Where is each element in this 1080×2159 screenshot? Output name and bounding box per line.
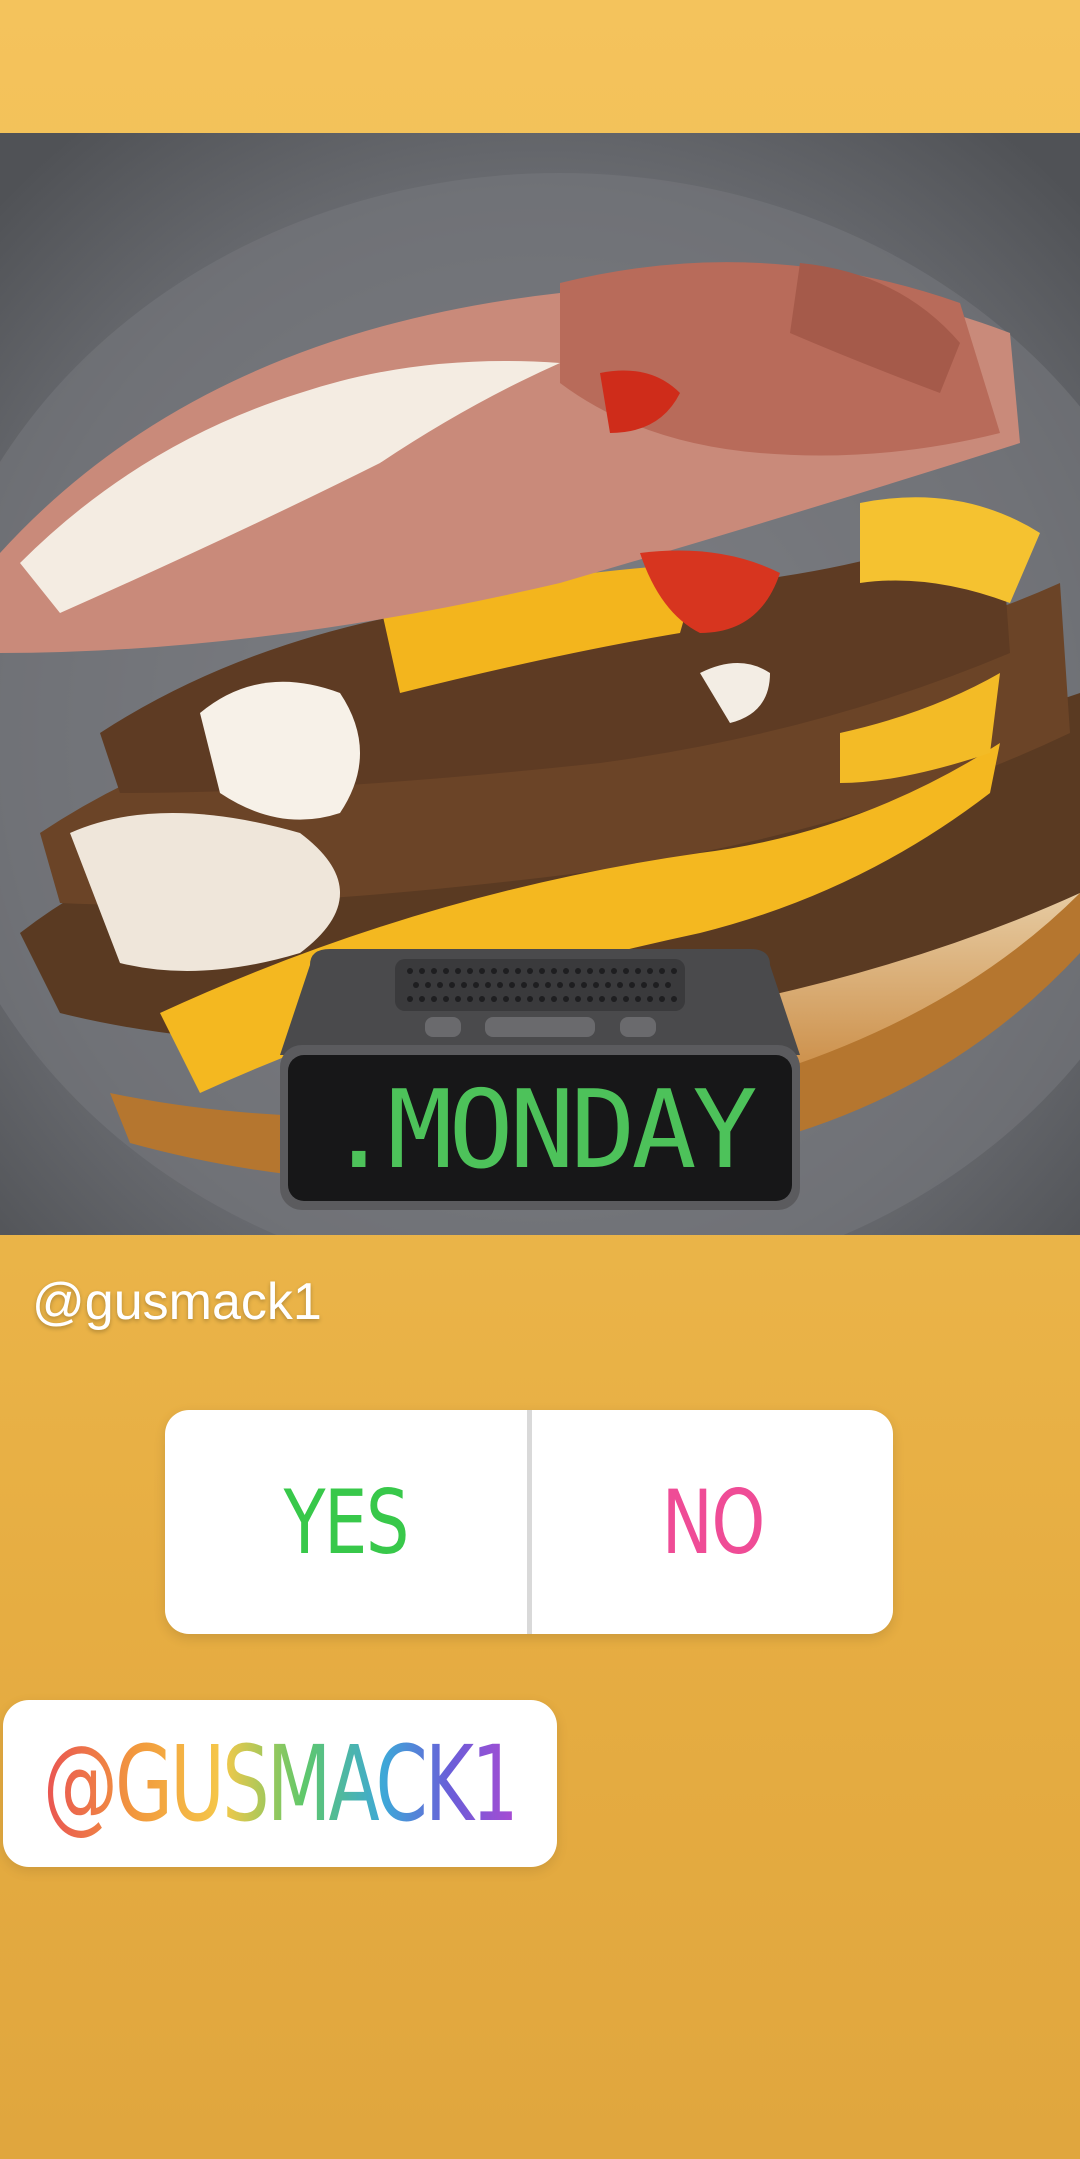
poll-yes-option[interactable]: YES: [205, 1410, 487, 1634]
username-label[interactable]: @gusmack1: [32, 1272, 322, 1332]
clock-sticker-icon: .MONDAY: [280, 949, 800, 1210]
mention-sticker-text: @GUSMACK1: [43, 1722, 519, 1845]
poll-divider: [526, 1410, 532, 1634]
clock-sticker[interactable]: .MONDAY: [270, 945, 810, 1215]
poll-sticker[interactable]: YES NO: [165, 1410, 893, 1634]
poll-no-option[interactable]: NO: [571, 1410, 853, 1634]
clock-display-text: .MONDAY: [326, 1068, 756, 1193]
mention-sticker[interactable]: @GUSMACK1: [3, 1700, 557, 1867]
